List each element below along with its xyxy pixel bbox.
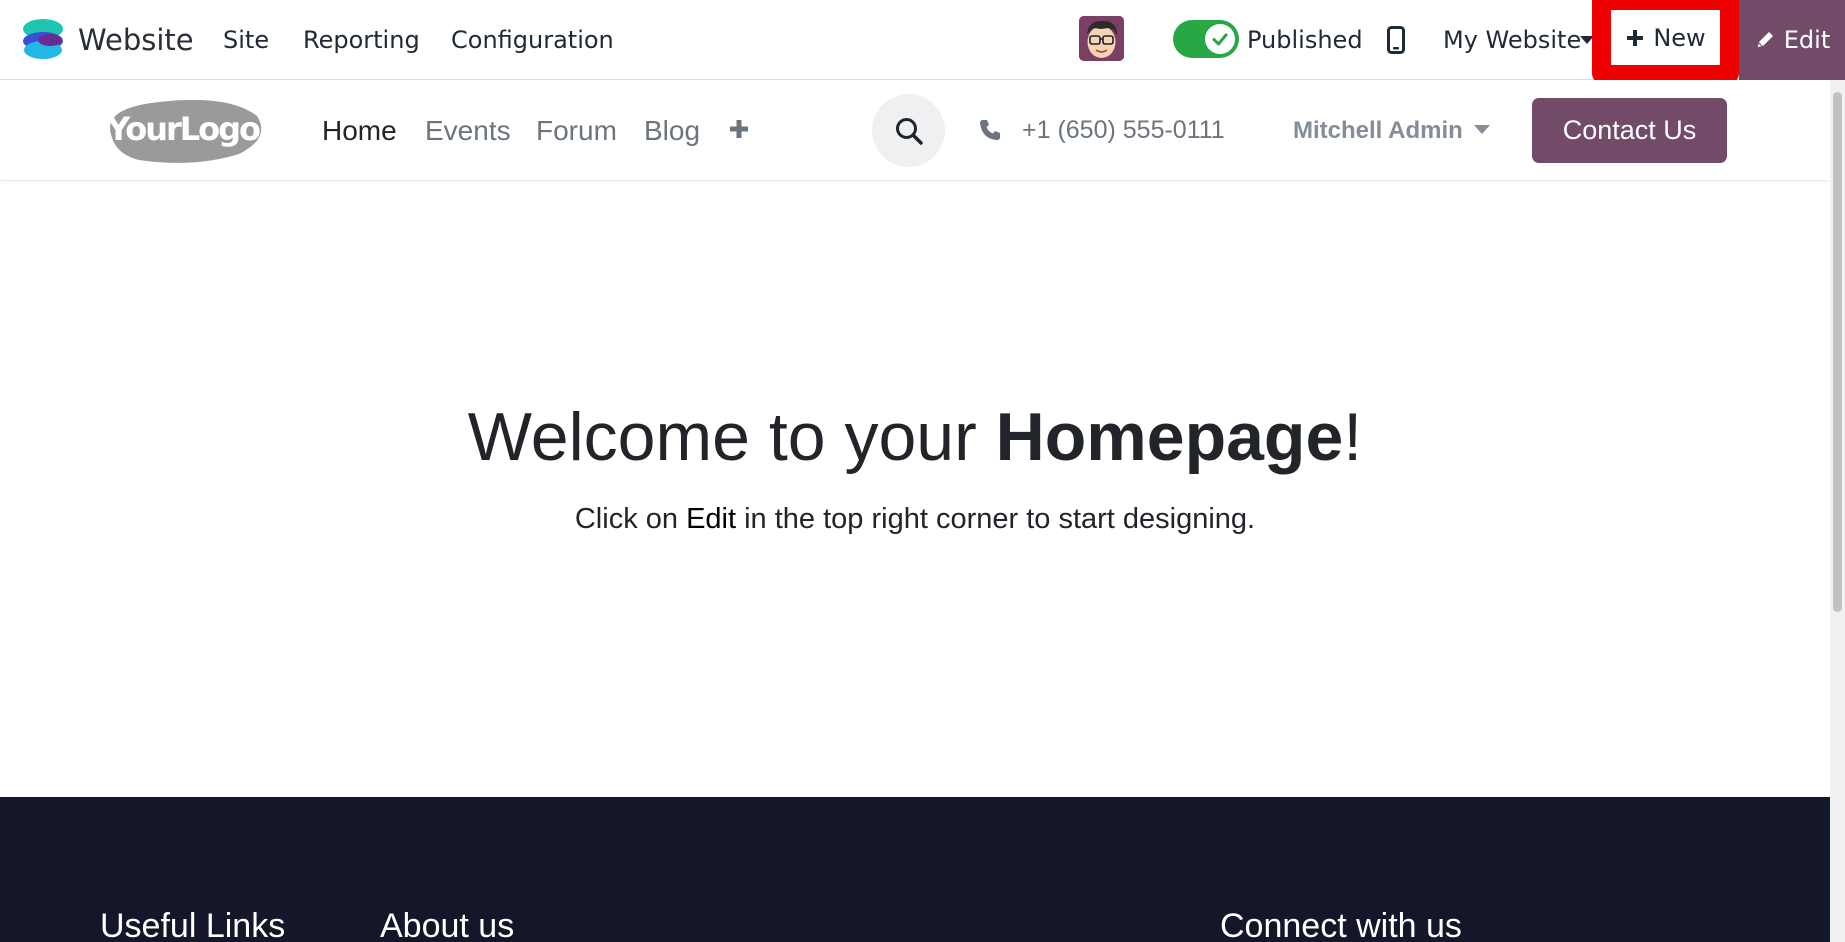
nav-home[interactable]: Home	[322, 80, 397, 181]
your-logo[interactable]: YourLogo	[99, 94, 266, 166]
page-scrollbar[interactable]	[1830, 80, 1845, 942]
check-icon	[1205, 24, 1235, 54]
site-footer: Useful Links About us Connect with us	[0, 797, 1830, 942]
hero-title-bold: Homepage	[995, 399, 1344, 475]
nav-forum[interactable]: Forum	[536, 80, 617, 181]
add-menu-item-icon[interactable]	[728, 118, 750, 140]
published-toggle[interactable]	[1173, 20, 1239, 58]
menu-reporting[interactable]: Reporting	[303, 0, 420, 80]
edit-button-label: Edit	[1783, 26, 1831, 54]
menu-configuration[interactable]: Configuration	[451, 0, 614, 80]
user-menu[interactable]: Mitchell Admin	[1293, 80, 1463, 181]
nav-events[interactable]: Events	[425, 80, 511, 181]
published-label[interactable]: Published	[1247, 0, 1363, 80]
phone-icon	[980, 120, 1000, 140]
footer-heading-about-us: About us	[380, 907, 515, 942]
hero-subtitle: Click on Edit in the top right corner to…	[0, 503, 1830, 536]
contact-us-button[interactable]: Contact Us	[1532, 98, 1727, 163]
new-button-label: New	[1653, 23, 1706, 52]
hero-sub-bold: Edit	[686, 503, 737, 535]
chevron-down-icon[interactable]	[1474, 125, 1490, 134]
website-switcher[interactable]: My Website	[1443, 0, 1581, 80]
hero-title-suffix: !	[1343, 399, 1363, 475]
edit-button[interactable]: Edit	[1739, 0, 1845, 80]
hero-sub-prefix: Click on	[574, 503, 687, 535]
hero-title-prefix: Welcome to your	[467, 399, 996, 475]
pencil-icon	[1756, 32, 1773, 49]
logo-text: YourLogo	[106, 110, 260, 148]
scrollbar-thumb[interactable]	[1833, 92, 1842, 612]
footer-heading-connect: Connect with us	[1220, 907, 1462, 942]
footer-heading-useful-links: Useful Links	[100, 907, 286, 942]
phone-number[interactable]: +1 (650) 555-0111	[1022, 80, 1225, 181]
search-icon	[895, 117, 923, 145]
website-header: YourLogo Home Events Forum Blog +1 (650)…	[0, 80, 1830, 181]
nav-blog[interactable]: Blog	[644, 80, 700, 181]
avatar-face-icon	[1079, 16, 1124, 61]
hero-sub-suffix: in the top right corner to start designi…	[736, 503, 1256, 535]
app-name[interactable]: Website	[78, 0, 194, 80]
new-button[interactable]: New	[1611, 10, 1720, 65]
mobile-preview-icon[interactable]	[1387, 26, 1405, 54]
plus-icon	[1627, 29, 1644, 46]
search-button[interactable]	[872, 94, 945, 167]
user-avatar[interactable]	[1079, 16, 1124, 61]
odoo-top-bar: Website Site Reporting Configuration Pub…	[0, 0, 1845, 85]
menu-site[interactable]: Site	[223, 0, 269, 80]
hero-title: Welcome to your Homepage!	[0, 398, 1830, 476]
website-app-icon[interactable]	[20, 16, 66, 62]
